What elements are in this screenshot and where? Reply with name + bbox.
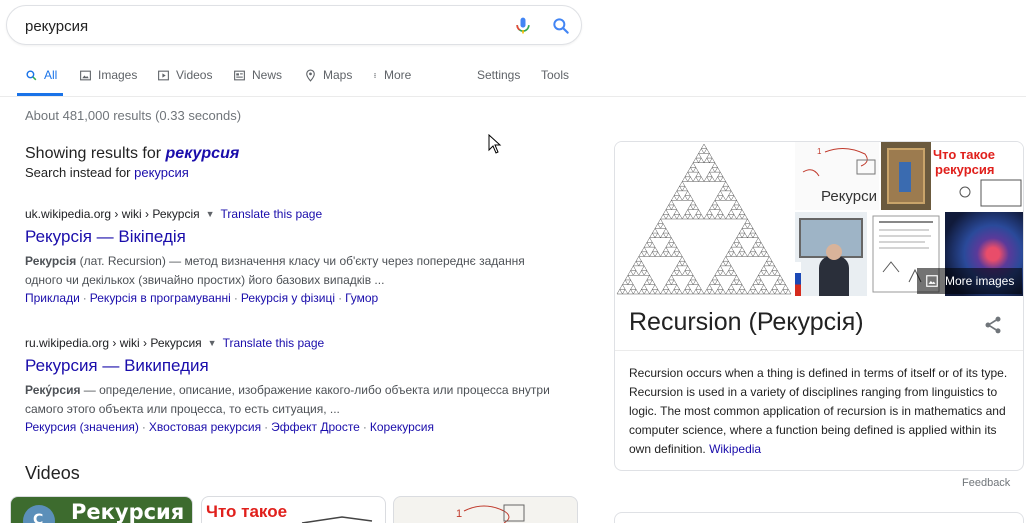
image-icon xyxy=(926,275,938,287)
tab-label: More xyxy=(384,68,412,82)
tab-label: Images xyxy=(98,68,138,82)
tab-all[interactable]: All xyxy=(25,68,57,82)
settings-label: Settings xyxy=(477,68,521,82)
wikipedia-source-link[interactable]: Wikipedia xyxy=(709,442,761,456)
kp-image[interactable]: Что такое рекурсия xyxy=(881,142,1023,210)
result-url: uk.wikipedia.org › wiki › Рекурсія xyxy=(25,207,200,221)
tab-images[interactable]: Images xyxy=(79,68,137,82)
more-vert-icon xyxy=(374,72,376,78)
sitelink[interactable]: Хвостовая рекурсия xyxy=(149,420,261,434)
svg-text:C: C xyxy=(33,512,43,523)
video-thumbnail-text: Рекурсия xyxy=(71,500,185,523)
tab-label: Maps xyxy=(323,68,353,82)
video-thumbnail[interactable]: C Рекурсия xyxy=(10,496,193,523)
caret-down-icon[interactable]: ▼ xyxy=(208,338,217,348)
tab-news[interactable]: News xyxy=(233,68,282,82)
svg-text:1: 1 xyxy=(456,508,462,520)
video-thumbnail[interactable]: Что такое xyxy=(201,496,386,523)
original-query-link[interactable]: рекурсия xyxy=(134,165,189,180)
person-head xyxy=(826,244,842,260)
sitelinks: Приклади · Рекурсія в програмуванні · Рекурс… xyxy=(25,291,379,305)
knowledge-panel: 1 Рекурси Что такое рекурсия More images… xyxy=(614,141,1024,471)
instead-prefix: Search instead for xyxy=(25,165,131,180)
person-silhouette xyxy=(819,256,849,296)
flag xyxy=(795,262,801,296)
feedback-link[interactable]: Feedback xyxy=(962,477,1010,489)
snippet-text: — определение, описание, изображение как… xyxy=(25,383,550,416)
description-text: Recursion occurs when a thing is defined… xyxy=(629,366,1008,456)
secondary-panel xyxy=(614,512,1024,523)
video-thumbnail[interactable]: 1 xyxy=(393,496,578,523)
kp-image[interactable]: 1 Рекурси xyxy=(795,142,879,210)
result-url: ru.wikipedia.org › wiki › Рекурсия xyxy=(25,336,202,350)
tab-label: All xyxy=(44,68,58,82)
mouse-cursor-icon xyxy=(488,134,502,154)
corrected-query-link[interactable]: рекурсия xyxy=(166,145,240,162)
snippet-bold: Реку́рсия xyxy=(25,383,81,397)
sierpinski-image[interactable] xyxy=(615,142,793,296)
tab-label: Videos xyxy=(176,68,213,82)
tab-more[interactable]: More xyxy=(372,68,411,82)
result-stats: About 481,000 results (0.33 seconds) xyxy=(25,108,242,123)
result-title-link[interactable]: Рекурсия — Википедия xyxy=(25,356,565,376)
sketch-illustration xyxy=(959,179,1022,207)
search-result: ru.wikipedia.org › wiki › Рекурсия ▼ Tra… xyxy=(25,336,565,435)
image-icon xyxy=(80,70,91,80)
result-snippet: Реку́рсия — определение, описание, изобр… xyxy=(25,381,565,419)
sitelink[interactable]: Рекурсія в програмуванні xyxy=(90,291,231,305)
news-icon xyxy=(234,70,245,80)
translate-link[interactable]: Translate this page xyxy=(223,336,325,350)
tab-label: News xyxy=(252,68,283,82)
svg-text:1: 1 xyxy=(817,147,822,156)
knowledge-panel-title: Recursion (Рекурсія) xyxy=(629,308,864,336)
videos-heading: Videos xyxy=(25,463,80,483)
video-icon xyxy=(158,70,169,80)
result-title-link[interactable]: Рекурсія — Вікіпедія xyxy=(25,227,565,247)
tab-maps[interactable]: Maps xyxy=(304,68,352,82)
divider xyxy=(615,350,1023,351)
snippet-bold: Рекурсія xyxy=(25,254,77,268)
result-snippet: Рекурсія (лат. Recursion) — метод визнач… xyxy=(25,252,565,290)
sitelink[interactable]: Рекурсия (значения) xyxy=(25,420,139,434)
tab-videos[interactable]: Videos xyxy=(157,68,212,82)
search-icon[interactable] xyxy=(551,16,571,36)
search-tabs: All Images Videos News Maps More Setting… xyxy=(0,58,1026,97)
caret-down-icon[interactable]: ▼ xyxy=(206,209,215,219)
knowledge-panel-description: Recursion occurs when a thing is defined… xyxy=(629,364,1013,459)
video-thumbnail-art xyxy=(301,516,373,523)
translate-link[interactable]: Translate this page xyxy=(221,207,323,221)
result-url-line: ru.wikipedia.org › wiki › Рекурсия ▼ Tra… xyxy=(25,336,565,350)
tools-label: Tools xyxy=(541,68,570,82)
settings-link[interactable]: Settings xyxy=(477,68,520,82)
search-result: uk.wikipedia.org › wiki › Рекурсія ▼ Tra… xyxy=(25,207,565,306)
kp-image-text: Рекурси xyxy=(821,188,877,205)
showing-results-for: Showing results for рекурсия xyxy=(25,145,239,163)
showing-prefix: Showing results for xyxy=(25,145,162,162)
sitelinks: Рекурсия (значения) · Хвостовая рекурсия · Э… xyxy=(25,420,434,434)
result-url-line: uk.wikipedia.org › wiki › Рекурсія ▼ Tra… xyxy=(25,207,565,221)
sitelink[interactable]: Рекурсія у фізиці xyxy=(241,291,335,305)
knowledge-panel-images[interactable]: 1 Рекурси Что такое рекурсия More images xyxy=(615,142,1023,296)
microphone-icon[interactable] xyxy=(513,16,533,36)
video-thumbnail-art: 1 xyxy=(456,504,525,523)
sierpinski-triangle-icon xyxy=(616,143,792,295)
map-pin-icon xyxy=(306,69,315,82)
sitelink[interactable]: Эффект Дросте xyxy=(271,420,360,434)
search-instead: Search instead for рекурсия xyxy=(25,165,189,180)
sitelink[interactable]: Приклади xyxy=(25,291,80,305)
more-images-label: More images xyxy=(945,274,1015,288)
search-input[interactable] xyxy=(25,15,495,37)
share-icon[interactable] xyxy=(983,315,1003,335)
tools-link[interactable]: Tools xyxy=(541,68,569,82)
sitelink[interactable]: Корекурсия xyxy=(370,420,434,434)
more-images-button[interactable]: More images xyxy=(917,268,1023,294)
active-tab-indicator xyxy=(17,93,63,96)
kp-image[interactable] xyxy=(795,212,867,296)
search-box[interactable] xyxy=(6,5,582,45)
sitelink[interactable]: Гумор xyxy=(345,291,378,305)
search-icon xyxy=(26,69,37,80)
snippet-text: (лат. Recursion) — метод визначення клас… xyxy=(25,254,525,287)
